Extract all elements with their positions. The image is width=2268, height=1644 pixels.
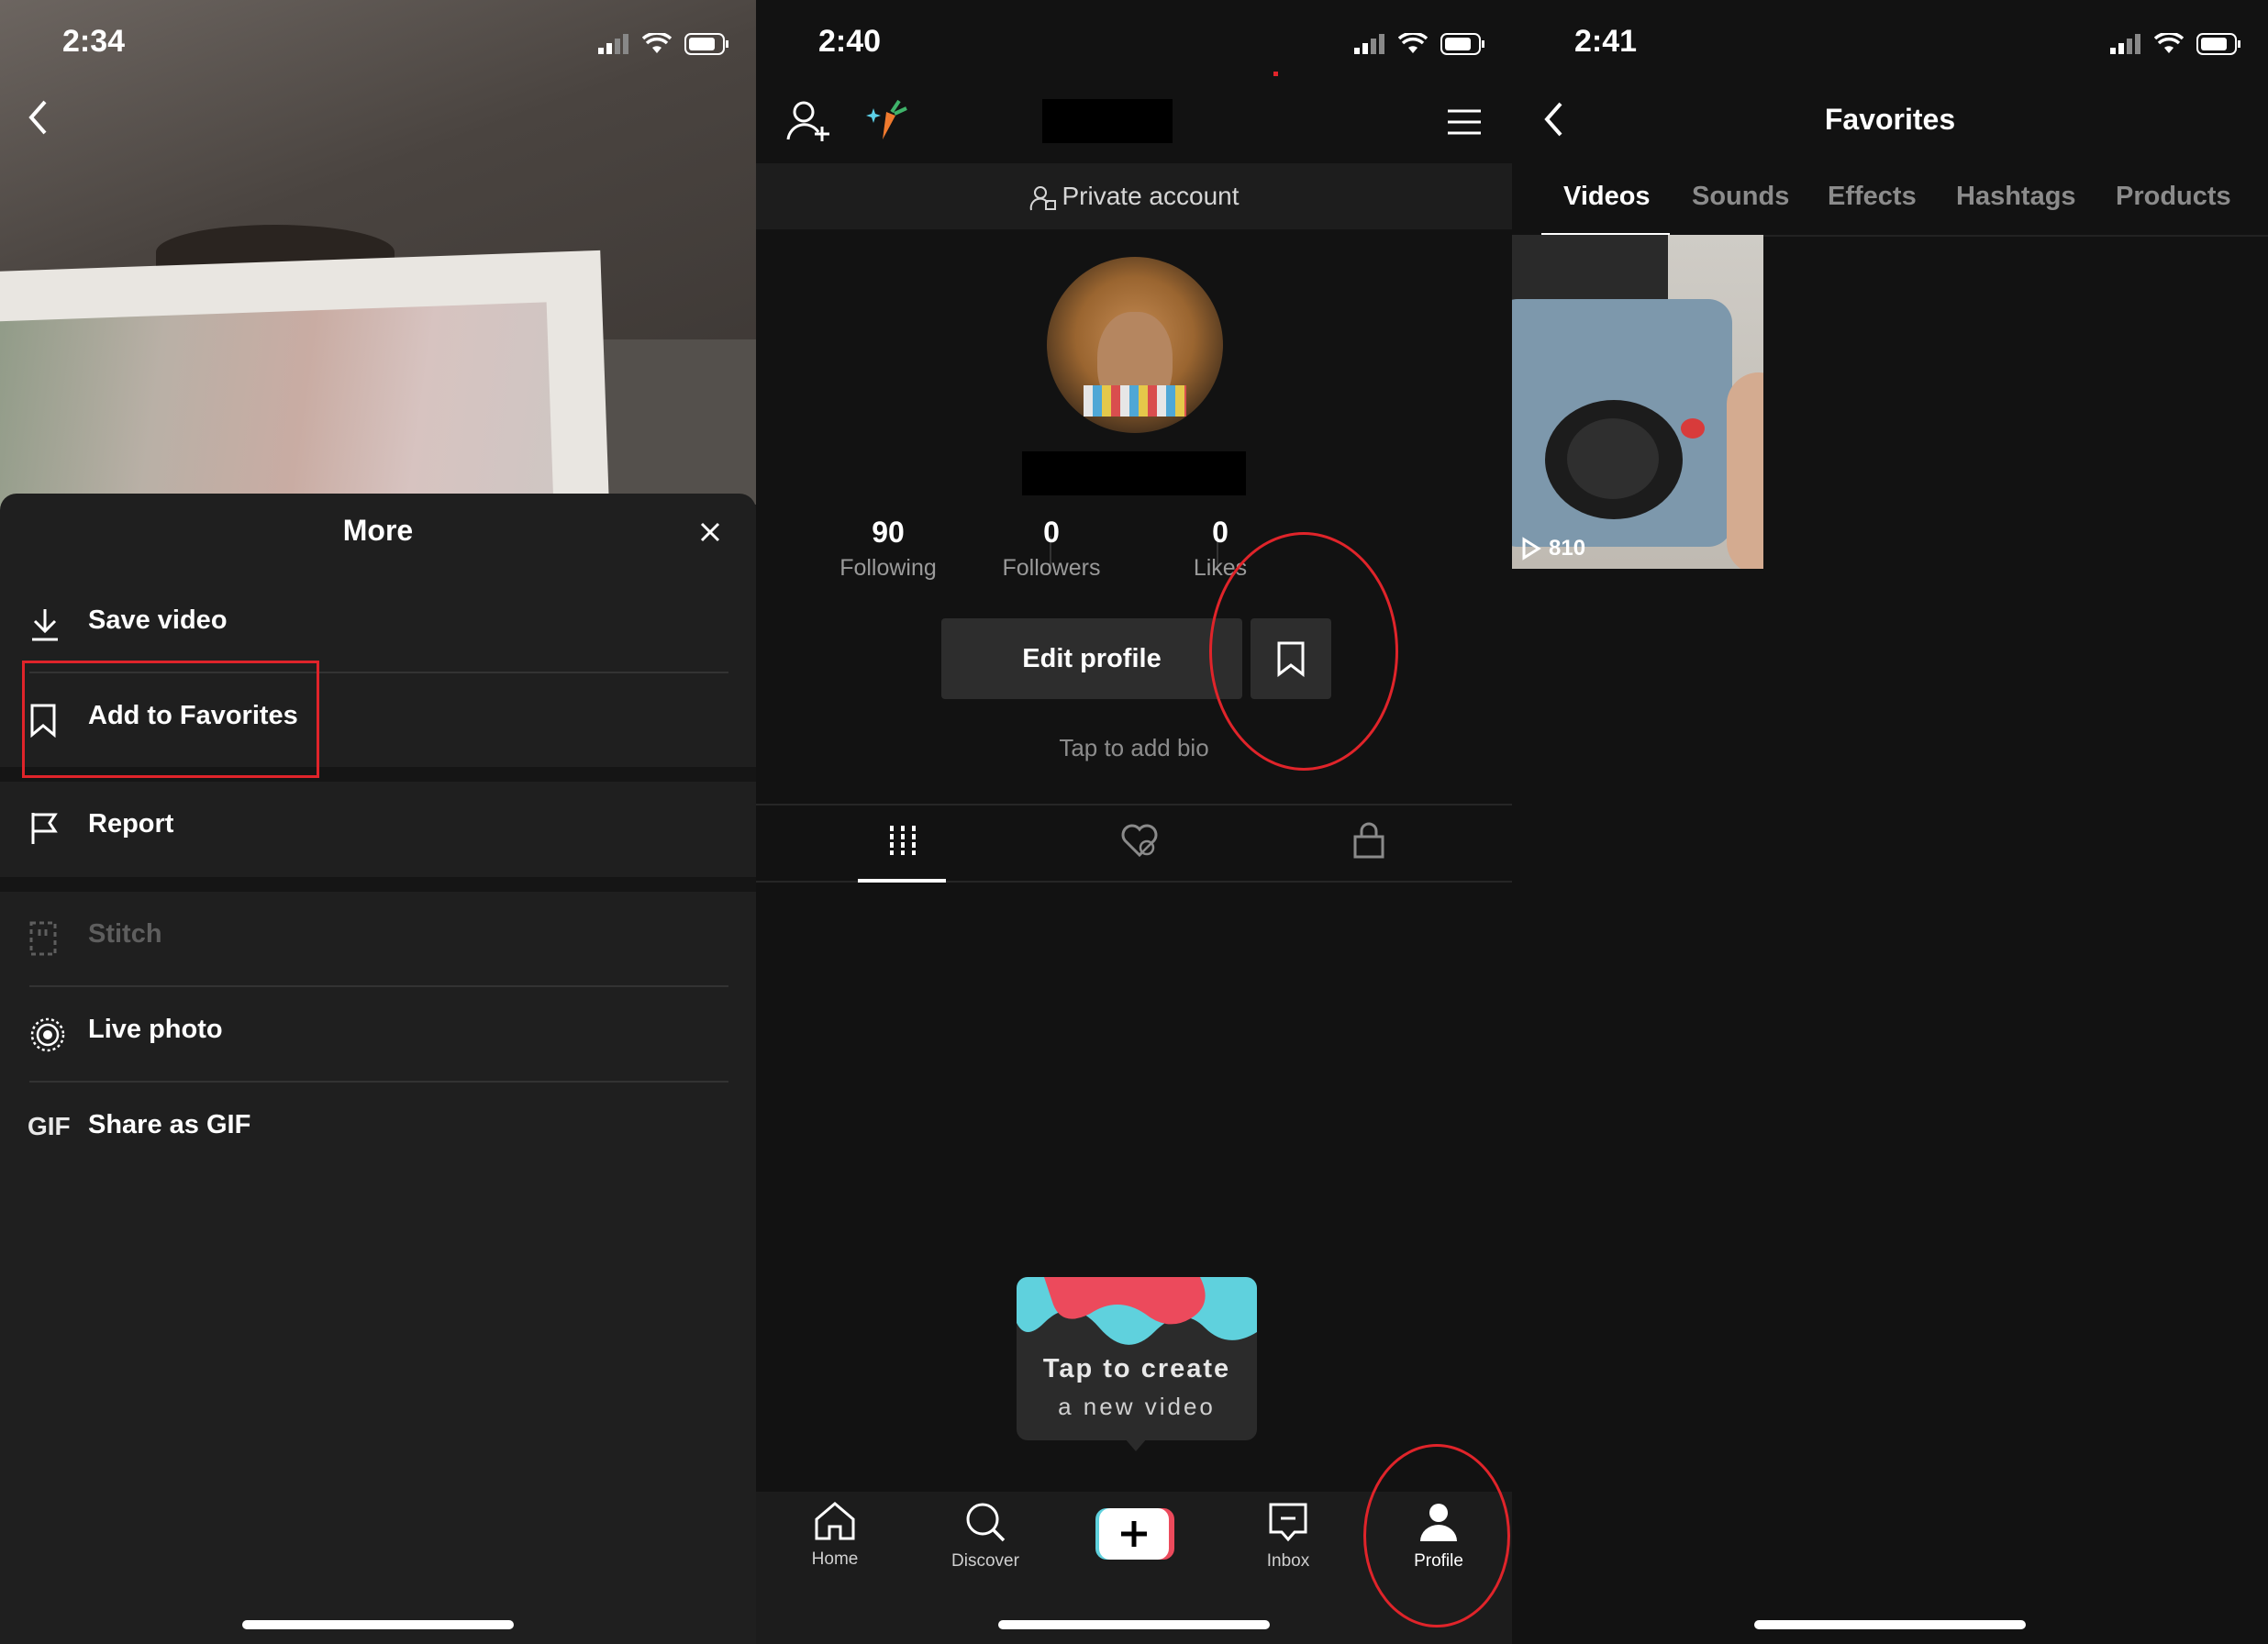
menu-report[interactable]: Report <box>0 782 756 877</box>
menu-label: Share as GIF <box>88 1110 251 1139</box>
menu-label: Report <box>88 809 174 839</box>
profile-stats: 90 Following 0 Followers 0 Likes <box>756 516 1512 598</box>
tab-label: Discover <box>951 1551 1019 1571</box>
wifi-icon <box>642 33 672 55</box>
liked-hidden-icon[interactable] <box>1119 822 1160 859</box>
videos-grid-icon[interactable] <box>886 822 919 859</box>
menu-label: Save video <box>88 605 228 635</box>
private-user-icon <box>1029 184 1057 212</box>
tab-inbox[interactable]: Inbox <box>1233 1501 1343 1572</box>
inbox-icon <box>1267 1501 1309 1543</box>
signal-icon <box>2110 34 2141 54</box>
wifi-icon <box>2154 33 2184 55</box>
battery-icon <box>2196 33 2242 55</box>
menu-save-video[interactable]: Save video <box>0 578 756 673</box>
favorite-video-thumbnail[interactable]: 810 <box>1512 235 1763 569</box>
home-icon <box>813 1501 857 1541</box>
status-bar: 2:40 <box>756 0 1512 92</box>
panel-favorites: 2:41 Favorites Videos Sounds Effects Has… <box>1512 0 2268 1644</box>
active-tab-indicator <box>858 879 946 883</box>
live-photo-icon <box>29 1016 66 1053</box>
tab-videos[interactable]: Videos <box>1563 182 1651 212</box>
status-time: 2:40 <box>818 24 882 59</box>
tab-label: Home <box>811 1550 859 1569</box>
stat-label: Following <box>839 555 937 581</box>
menu-stitch: Stitch <box>0 892 756 987</box>
favorites-header: Favorites <box>1512 92 2268 150</box>
create-button[interactable] <box>1095 1508 1174 1560</box>
create-line-2: a new video <box>1058 1393 1216 1420</box>
bio-placeholder[interactable]: Tap to add bio <box>756 734 1512 762</box>
signal-icon <box>598 34 629 54</box>
sheet-title: More <box>342 514 414 547</box>
status-time: 2:34 <box>62 24 126 59</box>
battery-icon <box>1440 33 1486 55</box>
home-indicator <box>242 1620 514 1629</box>
menu-label: Live photo <box>88 1015 223 1044</box>
tab-effects[interactable]: Effects <box>1828 182 1917 212</box>
download-icon <box>29 607 61 642</box>
page-title: Favorites <box>1824 103 1956 136</box>
avatar[interactable] <box>1047 257 1223 433</box>
highlight-box <box>22 661 319 778</box>
battery-icon <box>684 33 730 55</box>
panel-more-sheet: 2:34 More Save video Add to Favorites Re… <box>0 0 756 1644</box>
edit-profile-button[interactable]: Edit profile <box>941 618 1242 699</box>
annotation-circle-profile <box>1363 1444 1510 1627</box>
bubble-tail <box>1125 1438 1147 1451</box>
favorites-tabs: Videos Sounds Effects Hashtags Products <box>1512 169 2268 237</box>
create-video-prompt[interactable]: Tap to create a new video <box>1017 1277 1257 1440</box>
signal-icon <box>1354 34 1385 54</box>
play-icon <box>1521 537 1541 561</box>
menu-live-photo[interactable]: Live photo <box>0 987 756 1083</box>
close-icon[interactable] <box>699 521 721 543</box>
menu-share-as-gif[interactable]: GIF Share as GIF <box>0 1083 756 1178</box>
redacted-username <box>1042 99 1173 143</box>
gif-icon: GIF <box>28 1112 71 1140</box>
plus-icon <box>1095 1508 1174 1560</box>
search-icon <box>964 1501 1006 1543</box>
view-count: 810 <box>1521 536 1585 561</box>
stat-following[interactable]: 90 Following <box>806 516 971 582</box>
back-chevron-icon[interactable] <box>28 99 48 136</box>
lock-icon[interactable] <box>1352 822 1385 859</box>
tab-products[interactable]: Products <box>2116 182 2231 212</box>
menu-hamburger-icon[interactable] <box>1446 108 1483 136</box>
red-dot <box>1273 72 1278 76</box>
create-line-1: Tap to create <box>1042 1354 1231 1383</box>
status-time: 2:41 <box>1574 24 1638 59</box>
private-account-label: Private account <box>1062 182 1240 210</box>
wifi-icon <box>1398 33 1428 55</box>
tab-home[interactable]: Home <box>780 1501 890 1570</box>
stat-followers[interactable]: 0 Followers <box>969 516 1134 582</box>
profile-top-nav <box>756 92 1512 165</box>
tab-label: Inbox <box>1266 1551 1310 1571</box>
flag-icon <box>29 811 59 846</box>
tab-hashtags[interactable]: Hashtags <box>1956 182 2076 212</box>
tab-sounds[interactable]: Sounds <box>1692 182 1789 212</box>
add-friend-icon[interactable] <box>785 99 831 143</box>
profile-content-tabs <box>756 804 1512 883</box>
tab-discover[interactable]: Discover <box>930 1501 1040 1572</box>
status-bar: 2:34 <box>0 0 756 92</box>
status-bar: 2:41 <box>1512 0 2268 92</box>
home-indicator <box>1754 1620 2026 1629</box>
menu-label: Stitch <box>88 919 162 949</box>
view-count-value: 810 <box>1549 536 1586 561</box>
private-account-bar: Private account <box>756 163 1512 229</box>
home-indicator <box>998 1620 1270 1629</box>
stat-label: Followers <box>1002 555 1101 581</box>
annotation-circle-favorites <box>1209 532 1398 771</box>
redacted-handle <box>1022 451 1246 495</box>
stat-value: 90 <box>872 516 905 549</box>
carrot-icon[interactable] <box>864 99 910 143</box>
panel-profile: 2:40 Private account 90 Following 0 Foll… <box>756 0 1512 1644</box>
stitch-icon <box>29 921 57 956</box>
stat-value: 0 <box>1043 516 1060 549</box>
